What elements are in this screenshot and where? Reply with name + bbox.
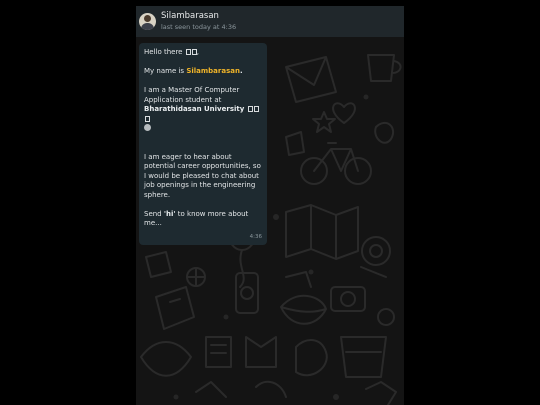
message-bubble[interactable]: Hello there , My name is Silambarasan. I… — [139, 43, 267, 245]
message-send-line: Send 'hi' to know more about me... — [144, 210, 263, 229]
highlighted-name: Silambarasan — [186, 67, 240, 75]
student-text: I am a Master Of Computer Application st… — [144, 86, 240, 104]
graduation-emoji-icon — [144, 124, 151, 131]
name-end-text: . — [239, 67, 243, 75]
greeting-text: Hello there — [144, 48, 183, 56]
send-prefix-text: Send — [144, 209, 164, 218]
message-name-line: My name is Silambarasan. — [144, 67, 263, 77]
avatar[interactable] — [139, 13, 156, 30]
chat-window: Silambarasan last seen today at 4:36 Hel… — [136, 6, 404, 405]
emoji-placeholder-icon — [185, 49, 191, 55]
emoji-placeholder-icon — [247, 106, 253, 112]
message-greeting: Hello there , — [144, 48, 199, 56]
contact-name: Silambarasan — [161, 10, 219, 21]
last-seen-status: last seen today at 4:36 — [161, 22, 237, 31]
emoji-placeholder-icon — [191, 49, 197, 55]
name-intro-text: My name is — [144, 67, 187, 75]
emoji-placeholder-icon — [253, 106, 259, 112]
message-timestamp: 4:36 — [249, 233, 262, 240]
emoji-placeholder-icon — [145, 115, 150, 122]
chat-header[interactable]: Silambarasan last seen today at 4:36 — [136, 6, 404, 37]
message-student-line: I am a Master Of Computer Application st… — [144, 86, 263, 134]
header-text[interactable]: Silambarasan last seen today at 4:36 — [161, 10, 237, 31]
message-career-text: I am eager to hear about potential caree… — [144, 152, 261, 199]
send-keyword: 'hi' — [163, 209, 176, 218]
avatar-body — [141, 23, 154, 30]
university-name: Bharathidasan University — [144, 105, 245, 113]
avatar-head — [144, 15, 151, 22]
